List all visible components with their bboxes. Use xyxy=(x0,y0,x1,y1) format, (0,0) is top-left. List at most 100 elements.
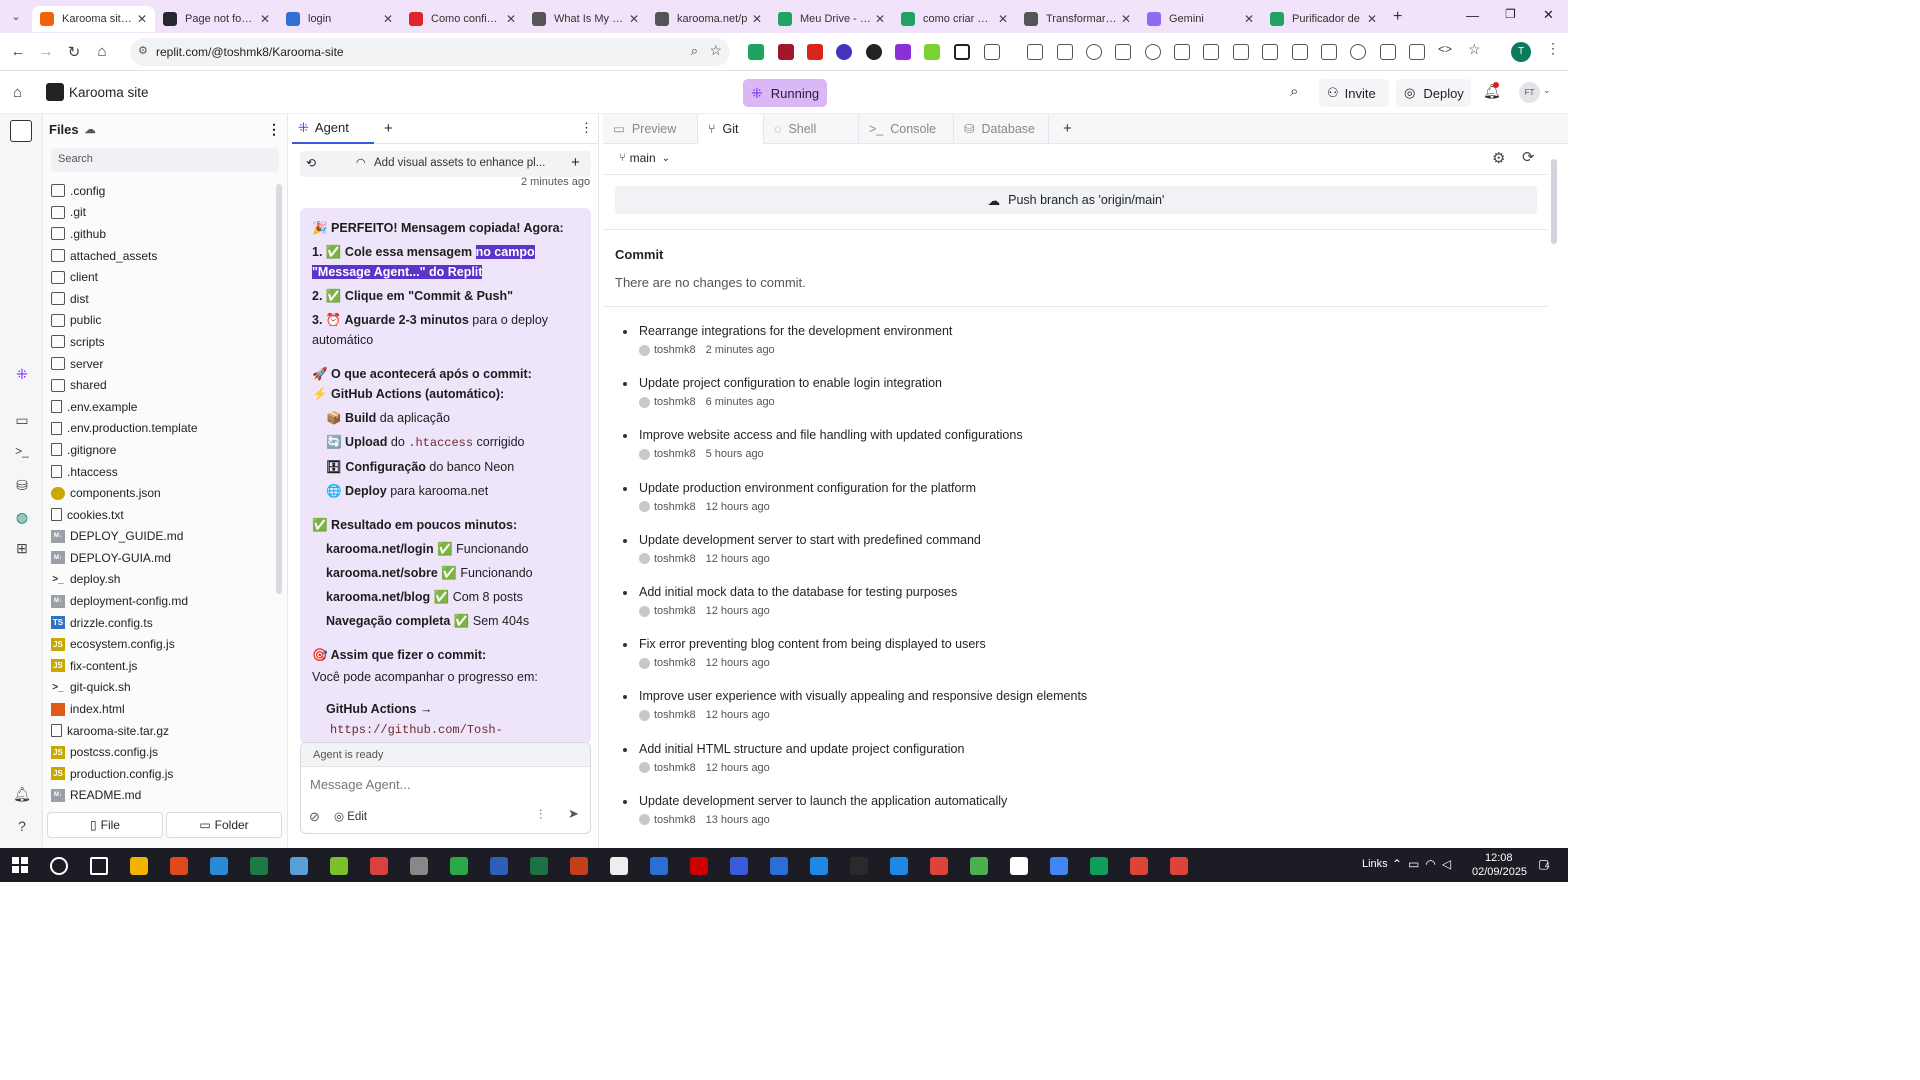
app-icon[interactable] xyxy=(210,857,228,875)
close-tab-icon[interactable]: ✕ xyxy=(629,12,639,26)
print-icon[interactable] xyxy=(1203,44,1219,60)
chrome-icon[interactable] xyxy=(1170,857,1188,875)
file-item[interactable]: M↓ deployment-config.md xyxy=(51,590,279,612)
file-item[interactable]: JS fix-content.js xyxy=(51,655,279,677)
bookmark-star-icon[interactable]: ☆ xyxy=(709,42,722,59)
file-item[interactable]: karooma-site.tar.gz xyxy=(51,720,279,742)
extension-icon[interactable] xyxy=(954,44,970,60)
chrome-icon[interactable] xyxy=(930,857,948,875)
app-icon[interactable] xyxy=(730,857,748,875)
file-item[interactable]: JS postcss.config.js xyxy=(51,741,279,763)
file-item[interactable]: JS ecosystem.config.js xyxy=(51,633,279,655)
file-item[interactable]: index.html xyxy=(51,698,279,720)
database-icon[interactable]: ⛁ xyxy=(12,477,32,497)
app-icon[interactable] xyxy=(1090,857,1108,875)
word-icon[interactable] xyxy=(490,857,508,875)
extension-icon[interactable] xyxy=(866,44,882,60)
powershell-icon[interactable] xyxy=(650,857,668,875)
folder-item[interactable]: .git xyxy=(51,202,279,224)
branch-selector[interactable]: ⑂ main ⌄ xyxy=(619,151,670,165)
close-tab-icon[interactable]: ✕ xyxy=(998,12,1008,26)
extension-icon[interactable] xyxy=(807,44,823,60)
app-icon[interactable] xyxy=(770,857,788,875)
translate-icon[interactable] xyxy=(1262,44,1278,60)
send-icon[interactable]: ➤ xyxy=(568,806,579,822)
tab-console[interactable]: >_ Console xyxy=(859,113,954,144)
commit-item[interactable]: Update development server to start with … xyxy=(623,533,981,565)
close-tab-icon[interactable]: ✕ xyxy=(875,12,885,26)
scrollbar[interactable] xyxy=(1551,159,1557,244)
browser-tab[interactable]: Como configurar✕ xyxy=(401,6,524,32)
minimize-icon[interactable]: — xyxy=(1466,8,1479,23)
app-icon[interactable] xyxy=(170,857,188,875)
tab-shell[interactable]: ◌ Shell xyxy=(764,113,859,144)
folder-item[interactable]: .github xyxy=(51,223,279,245)
restore-icon[interactable]: ❐ xyxy=(1505,7,1516,21)
folder-item[interactable]: attached_assets xyxy=(51,245,279,267)
close-tab-icon[interactable]: ✕ xyxy=(383,12,393,26)
notepad-icon[interactable] xyxy=(610,857,628,875)
commit-item[interactable]: Update production environment configurat… xyxy=(623,481,976,513)
url-input[interactable]: ⚙ replit.com/@toshmk8/Karooma-site ⌕ ☆ xyxy=(130,38,730,66)
profile-avatar[interactable]: T xyxy=(1511,42,1531,62)
files-toggle-icon[interactable] xyxy=(10,120,32,142)
reading-mode-icon[interactable] xyxy=(1321,44,1337,60)
forward-icon[interactable]: → xyxy=(32,43,60,60)
extension-icon[interactable] xyxy=(836,44,852,60)
more-icon[interactable]: ⋮ xyxy=(267,121,281,138)
cast-icon[interactable] xyxy=(1380,44,1396,60)
close-tab-icon[interactable]: ✕ xyxy=(752,12,762,26)
deploy-button[interactable]: ◎ Deploy xyxy=(1396,79,1471,107)
code-icon[interactable]: <> xyxy=(1438,42,1452,56)
file-item[interactable]: M↓ README.md xyxy=(51,785,279,807)
file-item[interactable]: .htaccess xyxy=(51,461,279,483)
edit-mode-button[interactable]: ◎ Edit xyxy=(334,809,367,823)
file-item[interactable]: M↓ DEPLOY_GUIDE.md xyxy=(51,526,279,548)
file-item[interactable]: JS production.config.js xyxy=(51,763,279,785)
link-icon[interactable] xyxy=(1350,44,1366,60)
file-item[interactable]: cookies.txt xyxy=(51,504,279,526)
site-info-icon[interactable]: ⚙ xyxy=(138,44,148,57)
file-item[interactable]: TS drizzle.config.ts xyxy=(51,612,279,634)
close-tab-icon[interactable]: ✕ xyxy=(260,12,270,26)
app-icon[interactable] xyxy=(810,857,828,875)
commit-item[interactable]: Add initial mock data to the database fo… xyxy=(623,585,957,617)
run-button[interactable]: ⁜ Running xyxy=(743,79,827,107)
app-icon[interactable] xyxy=(450,857,468,875)
new-file-button[interactable]: ▯ File xyxy=(47,812,163,838)
folder-item[interactable]: scripts xyxy=(51,331,279,353)
file-item[interactable]: .gitignore xyxy=(51,439,279,461)
table-icon[interactable] xyxy=(1409,44,1425,60)
toolbar-icon[interactable] xyxy=(1115,44,1131,60)
all-tools-icon[interactable]: ⊞ xyxy=(12,540,32,560)
file-item[interactable]: >_ deploy.sh xyxy=(51,569,279,591)
download-icon[interactable] xyxy=(1174,44,1190,60)
agent-icon[interactable]: ⁜ xyxy=(12,366,32,386)
folder-item[interactable]: server xyxy=(51,353,279,375)
links-toolbar[interactable]: Links xyxy=(1362,858,1388,870)
browser-tab[interactable]: Page not found ✕ xyxy=(155,6,278,32)
close-tab-icon[interactable]: ✕ xyxy=(1121,12,1131,26)
app-icon[interactable] xyxy=(690,857,708,875)
calculator-icon[interactable] xyxy=(250,857,268,875)
tab-git[interactable]: ⑂ Git xyxy=(698,113,764,144)
extension-icon[interactable] xyxy=(895,44,911,60)
search-icon[interactable] xyxy=(50,857,68,875)
invite-button[interactable]: ⚇ Invite xyxy=(1319,79,1389,107)
chevron-down-icon[interactable]: ⌄ xyxy=(1543,85,1551,96)
new-chat-icon[interactable]: + xyxy=(571,154,580,171)
new-tab-button[interactable]: + xyxy=(1393,8,1402,26)
project-name[interactable]: Karooma site xyxy=(69,85,149,100)
deploy-globe-icon[interactable]: ◍ xyxy=(12,509,32,529)
qr-code-icon[interactable] xyxy=(1292,44,1308,60)
file-explorer-icon[interactable] xyxy=(130,857,148,875)
excel-icon[interactable] xyxy=(530,857,548,875)
file-item[interactable]: M↓ DEPLOY-GUIA.md xyxy=(51,547,279,569)
browser-tab[interactable]: Transformar im ✕ xyxy=(1016,6,1139,32)
close-tab-icon[interactable]: ✕ xyxy=(1244,12,1254,26)
app-icon[interactable] xyxy=(290,857,308,875)
browser-tab[interactable]: como criar este ✕ xyxy=(893,6,1016,32)
extension-icon[interactable] xyxy=(924,44,940,60)
commit-item[interactable]: Add initial HTML structure and update pr… xyxy=(623,742,964,774)
commit-item[interactable]: Improve user experience with visually ap… xyxy=(623,689,1087,721)
